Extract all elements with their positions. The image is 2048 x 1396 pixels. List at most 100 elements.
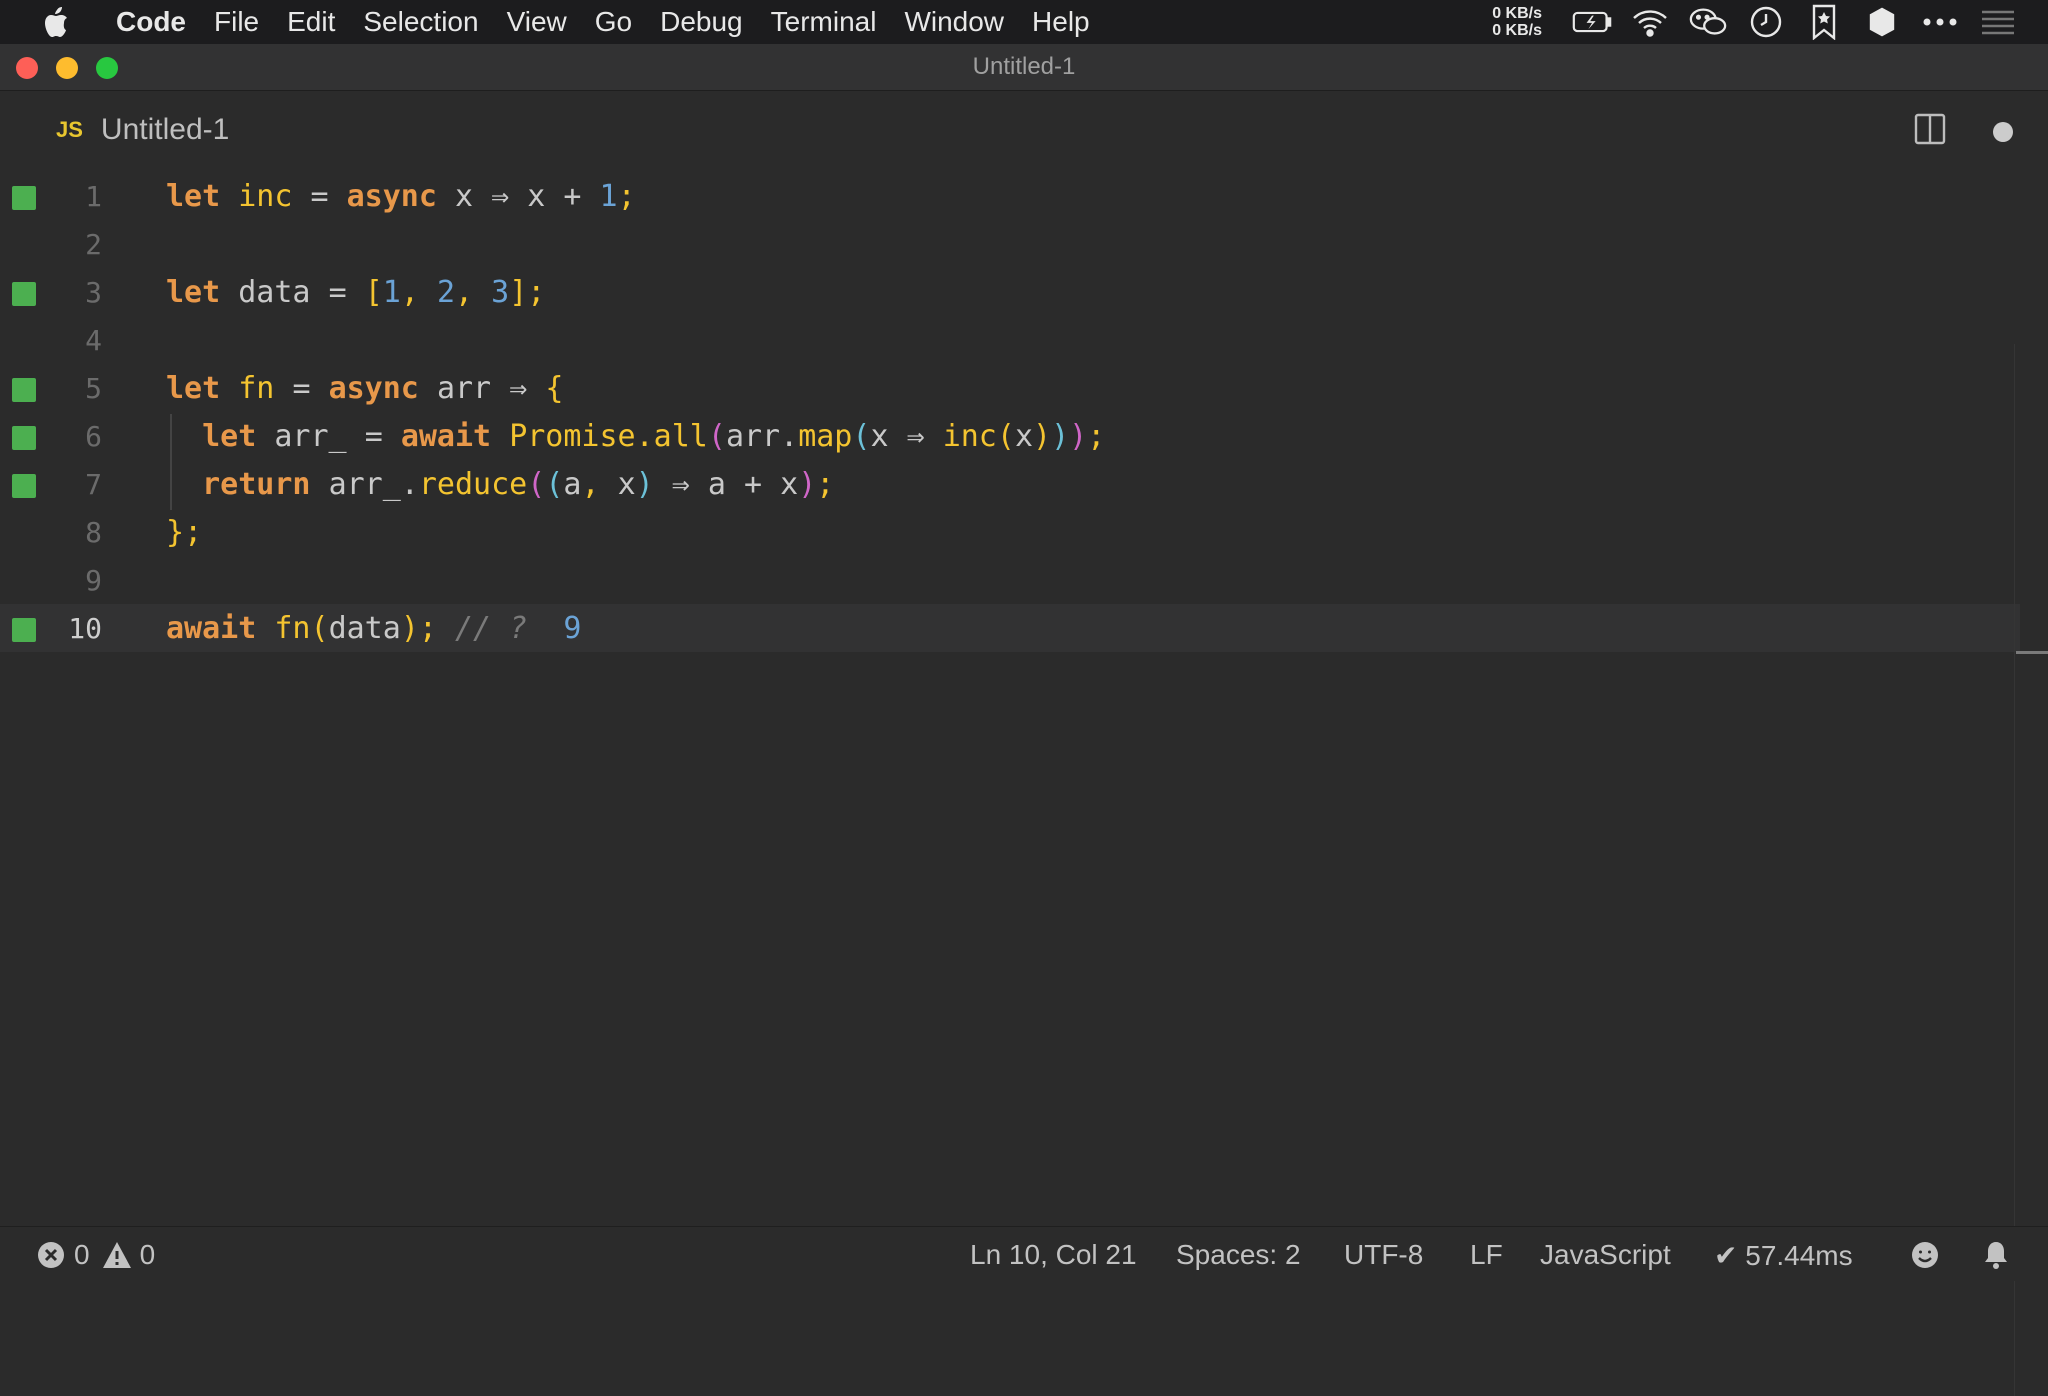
coverage-marker (12, 186, 36, 210)
tab-label: Untitled-1 (100, 113, 230, 146)
menu-terminal[interactable]: Terminal (757, 6, 891, 38)
split-editor-icon[interactable] (1914, 113, 1946, 145)
token: [ (364, 275, 383, 310)
net-upload: 0 KB/s (1492, 5, 1542, 22)
warning-icon (102, 1241, 132, 1269)
tab-untitled-1[interactable]: JS Untitled-1 (56, 113, 229, 147)
code-line-1[interactable]: 1 let inc = async x ⇒ x + 1; (0, 172, 2020, 220)
token: ; (1087, 419, 1106, 454)
menu-app-code[interactable]: Code (106, 6, 200, 38)
coverage-marker (12, 282, 36, 306)
code-line-9[interactable]: 9 (0, 556, 2020, 604)
token: await (166, 611, 257, 646)
line-number: 9 (85, 564, 102, 597)
menu-edit[interactable]: Edit (273, 6, 349, 38)
code-line-10-current[interactable]: 10 await fn(data); // ? 9 (0, 604, 2020, 652)
dropzone-icon[interactable] (1862, 0, 1902, 44)
language-mode[interactable]: JavaScript (1540, 1239, 1671, 1271)
clock-icon[interactable] (1746, 0, 1786, 44)
token: let (166, 179, 221, 214)
quokka-timing[interactable]: ✔ 57.44ms (1714, 1239, 1853, 1272)
token: ) (798, 467, 817, 502)
token: ; (418, 611, 437, 646)
code-line-3[interactable]: 3 let data = [1, 2, 3]; (0, 268, 2020, 316)
menu-bar: Code File Edit Selection View Go Debug T… (0, 0, 2048, 44)
token: 1 (382, 275, 401, 310)
menu-help[interactable]: Help (1018, 6, 1104, 38)
token: + (744, 467, 763, 502)
window-titlebar: Untitled-1 (0, 44, 2048, 91)
end-of-line[interactable]: LF (1470, 1239, 1503, 1271)
window-title: Untitled-1 (972, 53, 1076, 80)
code-editor[interactable]: 1 let inc = async x ⇒ x + 1; 2 3 let dat… (0, 172, 2048, 1396)
minimize-window-button[interactable] (56, 57, 78, 79)
token: ) (1051, 419, 1070, 454)
code-line-5[interactable]: 5 let fn = async arr ⇒ { (0, 364, 2020, 412)
code-line-2[interactable]: 2 (0, 220, 2020, 268)
bookmark-icon[interactable] (1804, 0, 1844, 44)
network-speed[interactable]: 0 KB/s 0 KB/s (1492, 5, 1542, 39)
token: ; (527, 275, 546, 310)
indentation-setting[interactable]: Spaces: 2 (1176, 1239, 1301, 1271)
token: a (563, 467, 582, 502)
token: ⇒ (491, 179, 510, 214)
menu-file[interactable]: File (200, 6, 273, 38)
token: ( (852, 419, 871, 454)
token: ) (635, 467, 654, 502)
menu-selection[interactable]: Selection (349, 6, 492, 38)
warning-count: 0 (139, 1239, 156, 1270)
menu-debug[interactable]: Debug (646, 6, 757, 38)
scrollbar-cursor-marker (2016, 651, 2048, 654)
token: ( (996, 419, 1015, 454)
token: = (292, 371, 311, 406)
error-icon (36, 1240, 66, 1270)
problems-indicator[interactable]: 0 0 (36, 1239, 155, 1271)
line-number: 6 (85, 420, 102, 453)
menu-window[interactable]: Window (890, 6, 1018, 38)
token: 2 (436, 275, 455, 310)
notifications-bell-icon[interactable] (1982, 1240, 2010, 1270)
token: ; (617, 179, 636, 214)
line-number: 4 (85, 324, 102, 357)
token: 1 (599, 179, 618, 214)
wechat-icon[interactable] (1688, 0, 1728, 44)
close-window-button[interactable] (16, 57, 38, 79)
feedback-smiley-icon[interactable] (1910, 1240, 1940, 1270)
unsaved-changes-dot-icon[interactable] (1993, 122, 2013, 142)
token: arr. (725, 419, 799, 454)
token: arr_. (328, 467, 419, 502)
token: = (364, 419, 383, 454)
list-icon[interactable] (1978, 0, 2018, 44)
token: async (328, 371, 419, 406)
menu-go[interactable]: Go (581, 6, 646, 38)
token: ) (400, 611, 419, 646)
more-icon[interactable] (1920, 0, 1960, 44)
code-line-8[interactable]: 8 }; (0, 508, 2020, 556)
menu-view[interactable]: View (493, 6, 581, 38)
token: { (545, 371, 564, 406)
zoom-window-button[interactable] (96, 57, 118, 79)
token: async (346, 179, 437, 214)
token: , (400, 275, 419, 310)
line-number: 2 (85, 228, 102, 261)
file-encoding[interactable]: UTF-8 (1344, 1239, 1423, 1271)
code-line-6[interactable]: 6 let arr_ = await Promise.all(arr.map(x… (0, 412, 2020, 460)
token: , (455, 275, 474, 310)
cursor-position[interactable]: Ln 10, Col 21 (970, 1239, 1137, 1271)
wifi-icon[interactable] (1630, 0, 1670, 44)
code-line-4[interactable]: 4 (0, 316, 2020, 364)
token: let (166, 275, 221, 310)
apple-icon[interactable] (40, 4, 76, 40)
token: = (328, 275, 347, 310)
token: ( (707, 419, 726, 454)
token: ( (545, 467, 564, 502)
error-count: 0 (74, 1239, 90, 1270)
editor-tab-bar: JS Untitled-1 (0, 91, 2048, 171)
token: data (328, 611, 401, 646)
battery-icon[interactable] (1572, 0, 1612, 44)
token: fn (238, 371, 275, 406)
token: 3 (491, 275, 510, 310)
token: ; (816, 467, 835, 502)
code-line-7[interactable]: 7 return arr_.reduce((a, x) ⇒ a + x); (0, 460, 2020, 508)
token: ) (1033, 419, 1052, 454)
